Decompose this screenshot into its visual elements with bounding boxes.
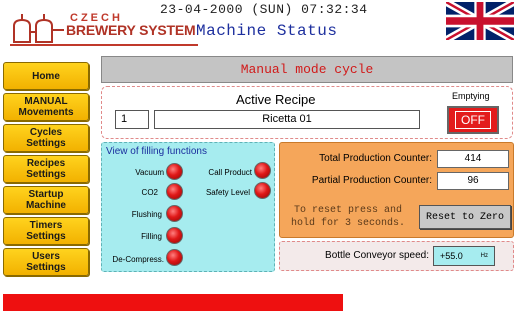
sidebar-item-recipes-settings[interactable]: Recipes Settings xyxy=(3,155,89,183)
filling-label-decompress: De-Compress. xyxy=(112,255,164,264)
recipe-name-field[interactable]: Ricetta 01 xyxy=(154,110,420,129)
sidebar-item-timers-settings[interactable]: Timers Settings xyxy=(3,217,89,245)
call-product-indicator-icon xyxy=(254,162,271,179)
sidebar-item-manual-movements[interactable]: MANUAL Movements xyxy=(3,93,89,121)
total-counter-label: Total Production Counter: xyxy=(319,153,432,164)
total-counter-value: 414 xyxy=(437,150,509,168)
filling-label-safety-level: Safety Level xyxy=(205,188,250,197)
conveyor-speed-field[interactable]: +55.0 Hz xyxy=(433,246,495,266)
brewery-tanks-icon xyxy=(13,14,64,43)
emptying-label: Emptying xyxy=(452,91,490,101)
safety-level-indicator-icon xyxy=(254,182,271,199)
conveyor-speed-value: +55.0 xyxy=(440,251,463,261)
logo-divider xyxy=(10,44,198,46)
emptying-state: OFF xyxy=(455,111,491,129)
sidebar-item-cycles-settings[interactable]: Cycles Settings xyxy=(3,124,89,152)
recipe-number-field[interactable]: 1 xyxy=(115,110,149,129)
partial-counter-label: Partial Production Counter: xyxy=(311,175,432,186)
vacuum-indicator-icon xyxy=(166,163,183,180)
filling-label-vacuum: Vacuum xyxy=(135,168,164,177)
conveyor-speed-label: Bottle Conveyor speed: xyxy=(325,250,429,261)
filling-label-flushing: Flushing xyxy=(131,210,162,219)
filling-label-filling: Filling xyxy=(141,232,162,241)
filling-label-co2: CO2 xyxy=(141,188,158,197)
uk-flag-language-button[interactable] xyxy=(444,0,516,44)
sidebar-item-startup-machine[interactable]: Startup Machine xyxy=(3,186,89,214)
filling-label-call-product: Call Product xyxy=(208,168,252,177)
reset-to-zero-button[interactable]: Reset to Zero xyxy=(419,205,511,229)
conveyor-speed-unit: Hz xyxy=(480,253,488,259)
filling-functions-panel xyxy=(101,142,275,272)
recipe-title: Active Recipe xyxy=(236,92,316,107)
flushing-indicator-icon xyxy=(166,205,183,222)
decompress-indicator-icon xyxy=(166,249,183,266)
datetime-display: 23-04-2000 (SUN) 07:32:34 xyxy=(160,2,368,17)
partial-counter-value: 96 xyxy=(437,172,509,190)
sidebar-item-users-settings[interactable]: Users Settings xyxy=(3,248,89,276)
page-title: Machine Status xyxy=(196,22,338,40)
uk-flag-icon xyxy=(444,0,516,44)
logo-text-bottom: BREWERY SYSTEM xyxy=(66,22,196,38)
reset-hint-text: To reset press and hold for 3 seconds. xyxy=(290,205,406,229)
co2-indicator-icon xyxy=(166,183,183,200)
sidebar-item-home[interactable]: Home xyxy=(3,62,89,90)
alarm-status-bar xyxy=(3,294,343,311)
filling-indicator-icon xyxy=(166,227,183,244)
filling-panel-title: View of filling functions xyxy=(106,146,207,157)
emptying-toggle-button[interactable]: OFF xyxy=(447,106,499,134)
mode-status-bar: Manual mode cycle xyxy=(101,56,513,83)
